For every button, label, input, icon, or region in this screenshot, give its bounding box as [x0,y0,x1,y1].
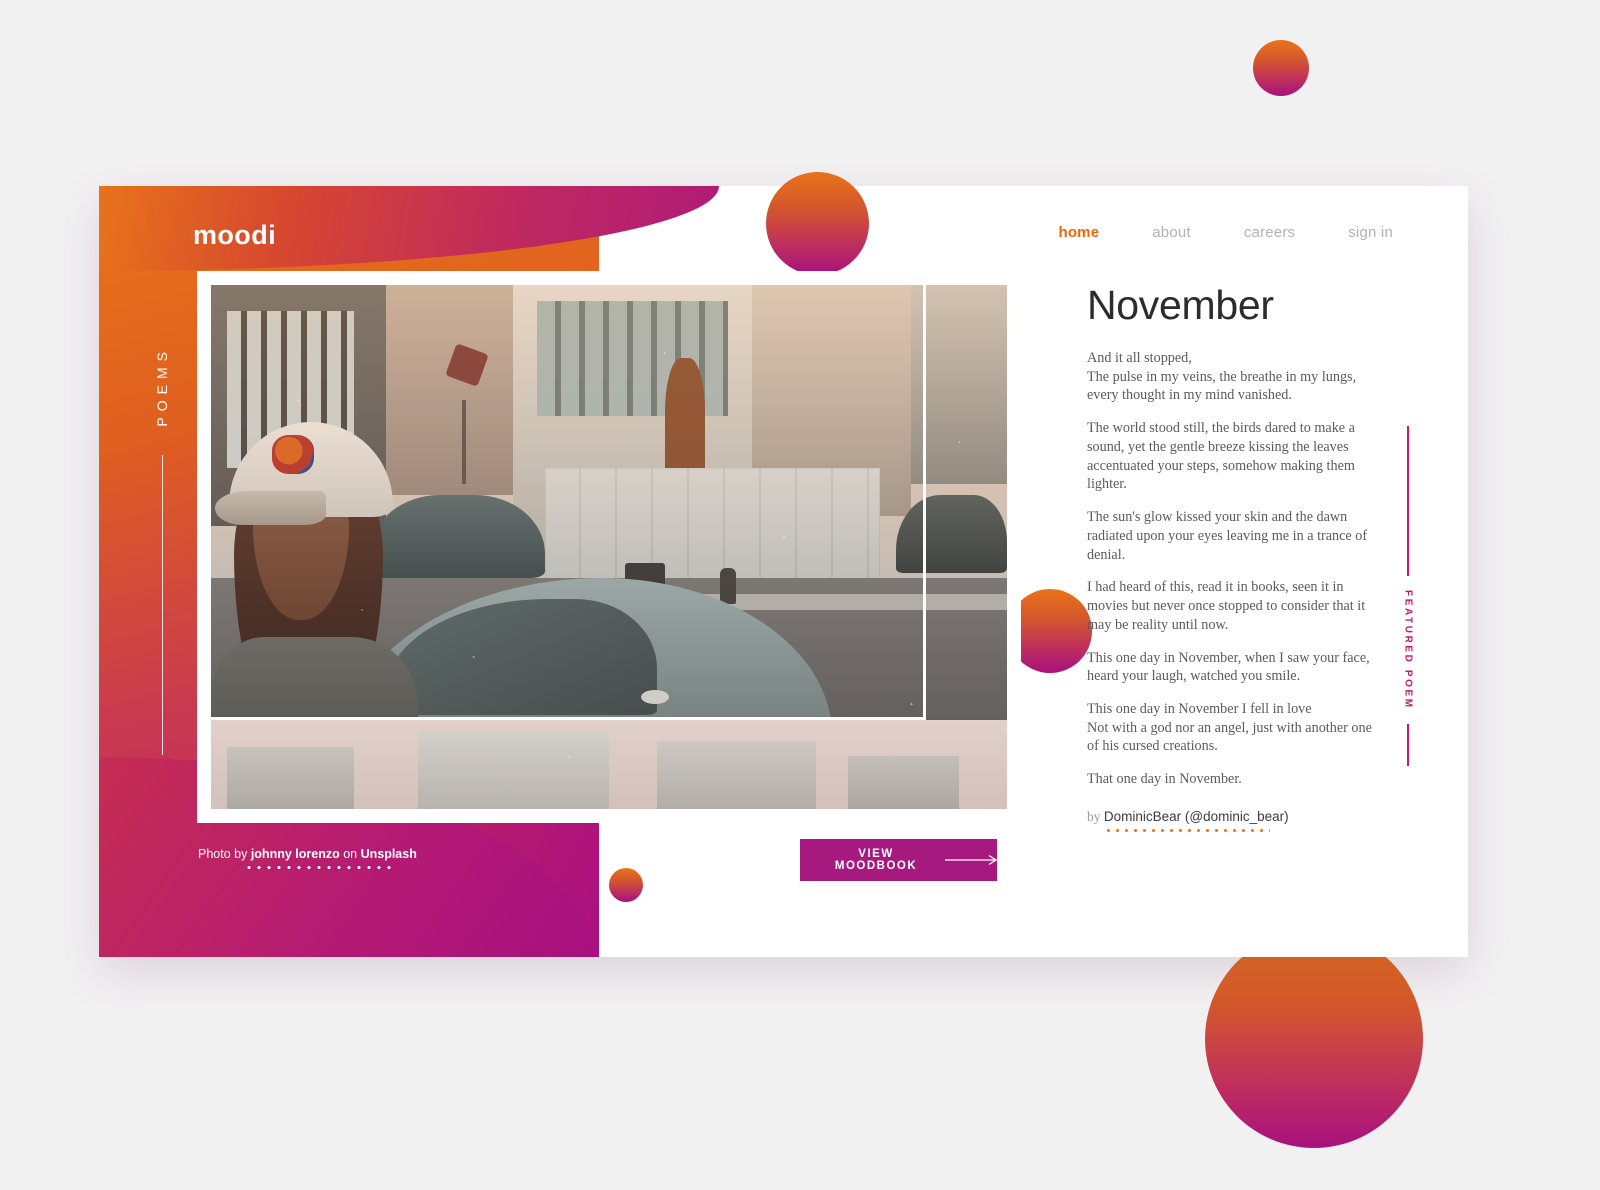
featured-poem-rail: FEATURED POEM [1396,426,1420,766]
decorative-circle-small-low [609,868,643,902]
poem-body: And it all stopped, The pulse in my veins… [1087,349,1377,789]
poem-title: November [1087,282,1274,328]
featured-rail-line-bottom [1407,723,1409,766]
poem-attribution: by DominicBear (@dominic_bear) [1087,809,1377,832]
side-rail-line [161,454,163,755]
featured-poem-label: FEATURED POEM [1402,590,1414,710]
brand-logo[interactable]: moodi [193,220,276,251]
poem-by-prefix: by [1087,808,1104,824]
gradient-top-band [99,186,719,271]
nav-item-careers[interactable]: careers [1244,224,1295,241]
nav-item-home[interactable]: home [1058,224,1099,241]
poem-stanza: The sun's glow kissed your skin and the … [1087,509,1368,563]
photo-credit-photographer[interactable]: johnny lorenzo [251,847,340,861]
side-rail-poems: POEMS [132,346,192,755]
photo-credit: Photo by johnny lorenzo on Unsplash [198,847,417,869]
photo-grain-overlay [211,285,1007,809]
decorative-circle-bottom-large [1205,930,1423,1148]
poem-stanza: This one day in November I fell in love N… [1087,701,1372,755]
photo-credit-source[interactable]: Unsplash [361,847,417,861]
main-card: moodi POEMS home about careers sign in P… [99,186,1468,957]
poem-author-underline [1104,828,1270,832]
decorative-circle-top-right [1253,40,1309,96]
photo-credit-middle: on [339,847,361,861]
view-moodbook-button[interactable]: VIEW MOODBOOK [800,839,997,881]
poem-stanza: That one day in November. [1087,771,1242,788]
poem-stanza: I had heard of this, read it in books, s… [1087,579,1366,633]
side-rail-label: POEMS [154,346,170,427]
photo-credit-prefix: Photo by [198,847,251,861]
photo-credit-underline [244,866,394,869]
main-navigation: home about careers sign in [1058,224,1393,241]
featured-rail-line-top [1407,426,1409,576]
nav-item-about[interactable]: about [1152,224,1191,241]
nav-item-sign-in[interactable]: sign in [1348,224,1393,241]
decorative-circle-header [766,172,869,275]
arrow-right-icon [945,855,997,865]
view-moodbook-label: VIEW MOODBOOK [834,848,918,872]
photo-collage-seam-vertical [923,285,927,720]
poem-panel: November And it all stopped, The pulse in… [1087,282,1377,832]
poem-author-link[interactable]: DominicBear (@dominic_bear) [1104,809,1289,824]
photo-collage-seam-horizontal [211,716,924,720]
featured-photo-frame [197,271,1021,823]
featured-photo [211,285,1007,809]
poem-stanza: The world stood still, the birds dared t… [1087,420,1355,493]
poem-stanza: And it all stopped, The pulse in my veins… [1087,350,1357,404]
poem-stanza: This one day in November, when I saw you… [1087,649,1370,685]
